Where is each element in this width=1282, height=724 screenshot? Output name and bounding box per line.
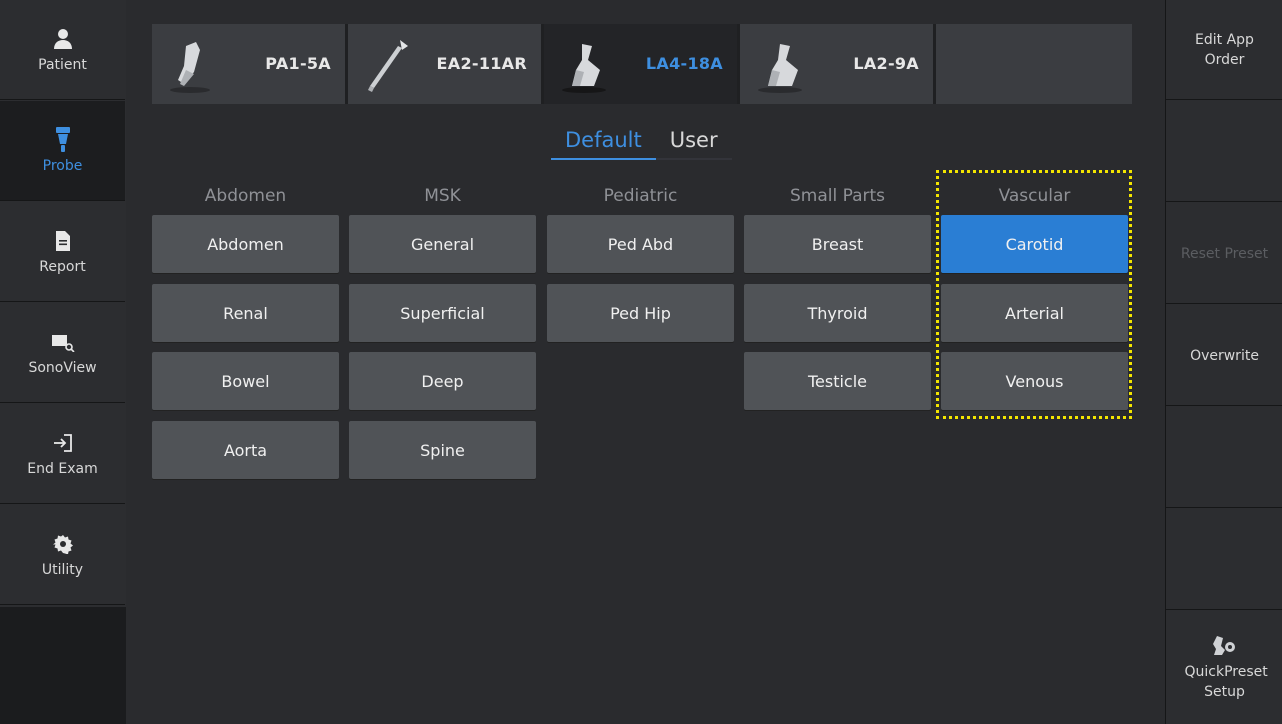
probe-image-icon	[362, 36, 422, 94]
preset-breast[interactable]: Breast	[744, 215, 931, 273]
probe-selector-bar: PA1-5A EA2-11AR LA4-18A LA2-9A	[152, 24, 1132, 104]
probe-tab-la4-18a[interactable]: LA4-18A	[544, 24, 737, 104]
preset-venous[interactable]: Venous	[941, 352, 1128, 410]
nav-label-end-exam: End Exam	[27, 460, 98, 477]
preset-bowel[interactable]: Bowel	[152, 352, 339, 410]
right-empty-slot-1	[1166, 102, 1282, 202]
preset-superficial[interactable]: Superficial	[349, 284, 536, 342]
edit-app-order-label: Edit App Order	[1195, 31, 1254, 68]
probe-image-icon	[754, 36, 814, 94]
category-header-abdomen: Abdomen	[204, 186, 287, 206]
preset-testicle[interactable]: Testicle	[744, 352, 931, 410]
left-empty-area	[0, 607, 126, 724]
main-panel: PA1-5A EA2-11AR LA4-18A LA2-9A Default U…	[126, 0, 1165, 724]
preset-arterial[interactable]: Arterial	[941, 284, 1128, 342]
exit-icon	[51, 431, 75, 455]
probe-name: PA1-5A	[265, 54, 331, 73]
left-navigation: Patient Probe Report SonoView End Exam U…	[0, 0, 127, 607]
preset-aorta[interactable]: Aorta	[152, 421, 339, 479]
tab-user[interactable]: User	[655, 124, 732, 160]
probe-tab-pa1-5a[interactable]: PA1-5A	[152, 24, 345, 104]
preset-carotid[interactable]: Carotid	[941, 215, 1128, 273]
reset-preset-label: Reset Preset	[1180, 245, 1269, 262]
preset-ped-abd[interactable]: Ped Abd	[547, 215, 734, 273]
nav-label-report: Report	[39, 258, 86, 275]
probe-image-icon	[166, 36, 226, 94]
probe-tab-empty	[936, 24, 1132, 104]
gear-icon	[51, 532, 75, 556]
category-header-msk: MSK	[424, 186, 461, 206]
nav-label-sonoview: SonoView	[28, 359, 97, 376]
preset-general[interactable]: General	[349, 215, 536, 273]
nav-item-sonoview[interactable]: SonoView	[0, 303, 125, 403]
probe-name: LA4-18A	[645, 54, 723, 73]
probe-image-icon	[558, 36, 618, 94]
probe-settings-icon	[1211, 634, 1239, 656]
right-empty-slot-2	[1166, 408, 1282, 508]
image-search-icon	[51, 330, 75, 354]
preset-deep[interactable]: Deep	[349, 352, 536, 410]
nav-item-probe[interactable]: Probe	[0, 101, 125, 201]
preset-abdomen[interactable]: Abdomen	[152, 215, 339, 273]
probe-name: EA2-11AR	[436, 54, 527, 73]
nav-label-utility: Utility	[41, 561, 84, 578]
overwrite-label: Overwrite	[1190, 347, 1259, 364]
document-icon	[51, 229, 75, 253]
nav-item-utility[interactable]: Utility	[0, 505, 125, 605]
nav-label-patient: Patient	[38, 56, 87, 73]
category-header-pediatric: Pediatric	[603, 186, 678, 206]
reset-preset-button[interactable]: Reset Preset	[1166, 204, 1282, 304]
category-header-small-parts: Small Parts	[789, 186, 886, 206]
right-panel: Edit App Order Reset Preset Overwrite Qu…	[1165, 0, 1282, 724]
quickpreset-setup-label: QuickPreset Setup	[1184, 664, 1268, 700]
preset-renal[interactable]: Renal	[152, 284, 339, 342]
right-empty-slot-3	[1166, 510, 1282, 610]
edit-app-order-button[interactable]: Edit App Order	[1166, 0, 1282, 100]
preset-spine[interactable]: Spine	[349, 421, 536, 479]
probe-tab-ea2-11ar[interactable]: EA2-11AR	[348, 24, 541, 104]
probe-icon	[51, 126, 75, 152]
tab-default[interactable]: Default	[551, 124, 656, 160]
preset-thyroid[interactable]: Thyroid	[744, 284, 931, 342]
category-header-vascular: Vascular	[998, 186, 1071, 206]
probe-name: LA2-9A	[853, 54, 919, 73]
preset-ped-hip[interactable]: Ped Hip	[547, 284, 734, 342]
overwrite-button[interactable]: Overwrite	[1166, 306, 1282, 406]
preset-tabs: Default User	[551, 124, 732, 162]
nav-item-patient[interactable]: Patient	[0, 0, 125, 100]
probe-tab-la2-9a[interactable]: LA2-9A	[740, 24, 933, 104]
nav-label-probe: Probe	[42, 157, 83, 174]
quickpreset-setup-button[interactable]: QuickPreset Setup	[1166, 612, 1282, 724]
person-icon	[51, 27, 75, 51]
nav-item-end-exam[interactable]: End Exam	[0, 404, 125, 504]
nav-item-report[interactable]: Report	[0, 202, 125, 302]
